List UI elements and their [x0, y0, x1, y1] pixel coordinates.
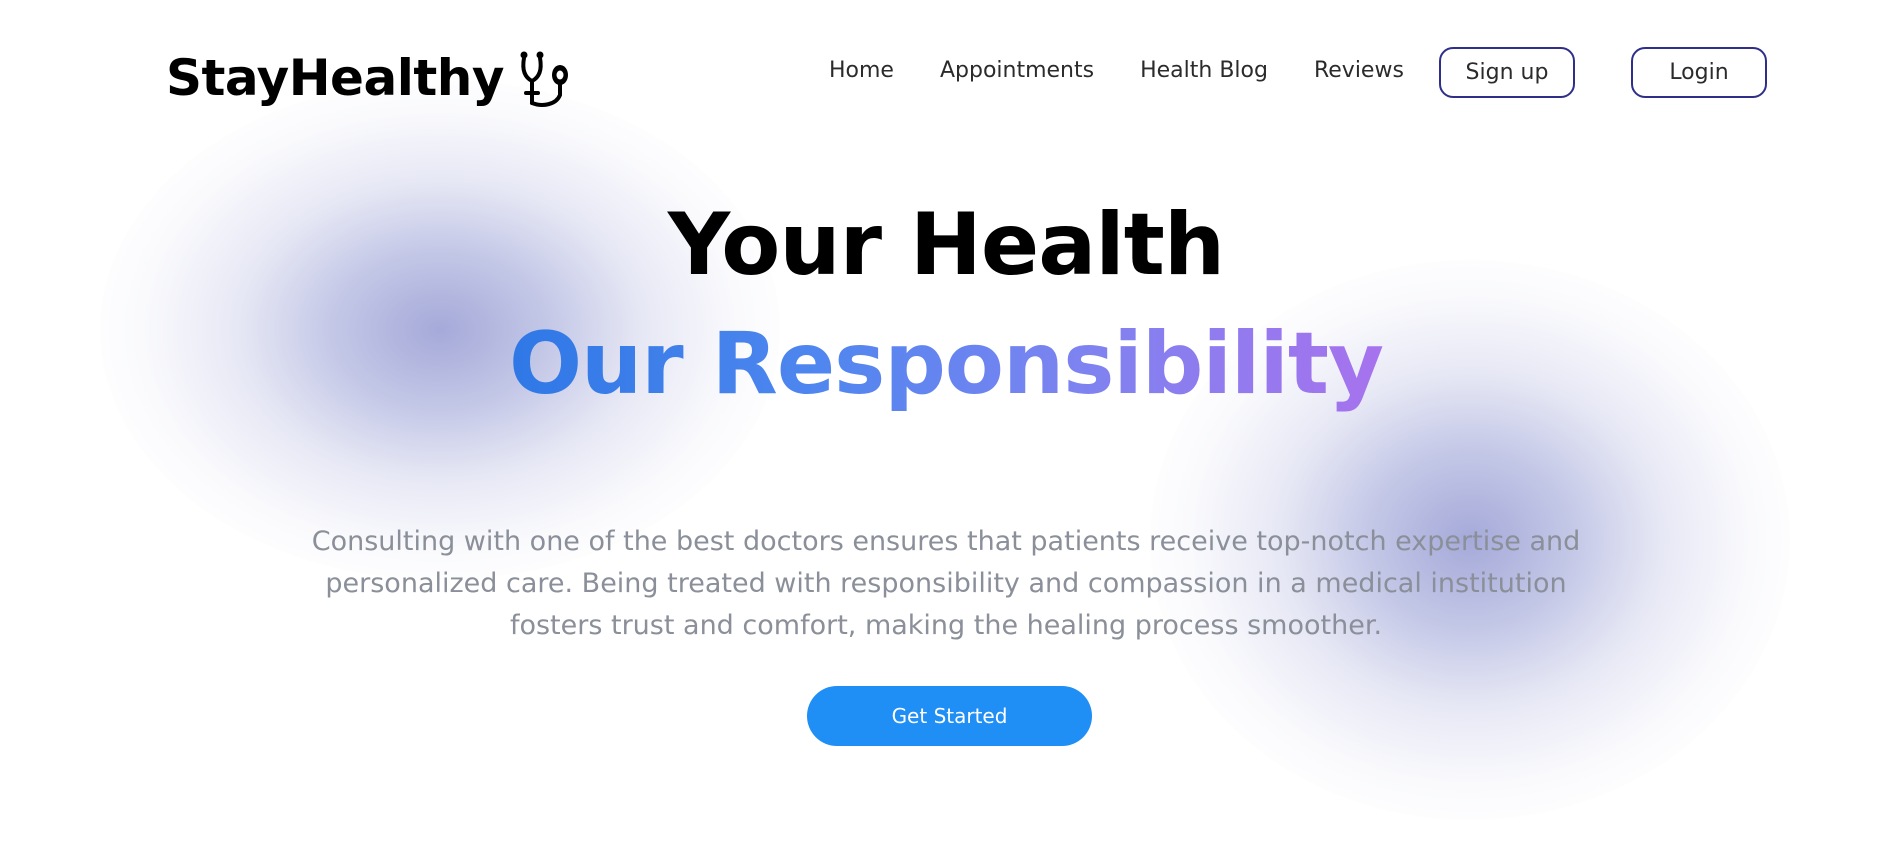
hero-title-line-1: Your Health: [667, 195, 1225, 295]
brand-logo[interactable]: StayHealthy: [166, 48, 572, 108]
get-started-button[interactable]: Get Started: [807, 686, 1092, 746]
signup-button[interactable]: Sign up: [1439, 47, 1575, 98]
nav-appointments-link[interactable]: Appointments: [940, 56, 1094, 86]
nav-health-blog-link[interactable]: Health Blog: [1140, 56, 1268, 86]
hero-description: Consulting with one of the best doctors …: [311, 526, 1581, 641]
hero-title-gradient-text: Our Responsibility: [508, 314, 1384, 414]
site-header: StayHealthy Home Appointments Health Blo…: [0, 0, 1892, 150]
brand-name: StayHealthy: [166, 49, 504, 107]
nav-home-link[interactable]: Home: [829, 56, 894, 86]
stethoscope-icon: [520, 51, 568, 107]
nav-reviews-link[interactable]: Reviews: [1314, 56, 1404, 86]
login-button[interactable]: Login: [1631, 47, 1767, 98]
hero-title-line-2: Our Responsibility: [0, 312, 1892, 416]
landing-page: StayHealthy Home Appointments Health Blo…: [0, 0, 1892, 868]
main-nav: Home Appointments Health Blog Reviews: [829, 56, 1404, 86]
